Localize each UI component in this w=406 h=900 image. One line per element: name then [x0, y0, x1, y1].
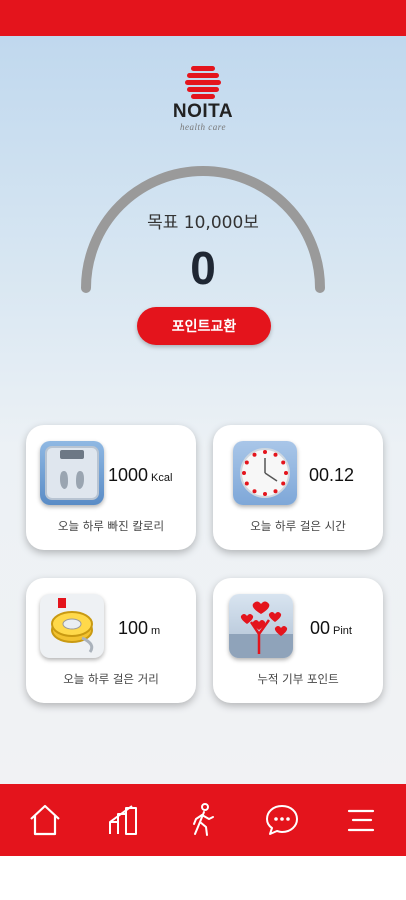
noita-logo-icon [185, 66, 221, 99]
status-bar [0, 0, 406, 36]
distance-unit: m [151, 625, 161, 637]
donation-point-caption: 누적 기부 포인트 [257, 672, 339, 686]
donation-point-value: 00 [310, 618, 331, 638]
donation-point-unit: Pint [333, 625, 352, 637]
distance-value: 100 [118, 618, 149, 638]
brand-logo: NOITA health care [153, 64, 253, 142]
brand-name: NOITA [172, 101, 234, 122]
step-count: 0 [190, 242, 216, 294]
nav-walking[interactable] [178, 795, 228, 845]
bottom-safe-area [0, 856, 406, 900]
calorie-card[interactable]: 1000 Kcal 오늘 하루 빠진 칼로리 [26, 425, 196, 550]
distance-caption: 오늘 하루 걸은 거리 [63, 672, 159, 686]
walk-time-value-group: 00.12 [309, 465, 395, 486]
calorie-unit: Kcal [151, 472, 173, 484]
heart-tree-icon [229, 594, 293, 658]
distance-value-group: 100 m [118, 618, 204, 639]
nav-menu[interactable] [336, 795, 386, 845]
nav-chat[interactable] [257, 795, 307, 845]
walk-time-card[interactable]: 00.12 오늘 하루 걸은 시간 [213, 425, 383, 550]
donation-point-value-group: 00 Pint [310, 618, 396, 639]
calorie-caption: 오늘 하루 빠진 칼로리 [57, 519, 165, 533]
nav-home[interactable] [20, 795, 70, 845]
scale-icon [40, 441, 104, 505]
tape-measure-icon [40, 594, 104, 658]
goal-label: 목표 10,000보 [147, 213, 259, 233]
chat-icon [265, 805, 298, 835]
stats-icon [109, 805, 138, 835]
calorie-value-group: 1000 Kcal [108, 465, 194, 486]
distance-card[interactable]: 100 m 오늘 하루 걸은 거리 [26, 578, 196, 703]
calorie-value: 1000 [108, 465, 149, 485]
walk-time-value: 00.12 [309, 465, 355, 485]
walk-time-caption: 오늘 하루 걸은 시간 [250, 519, 346, 533]
clock-icon [233, 441, 297, 505]
home-icon [30, 804, 61, 836]
menu-icon [347, 809, 374, 832]
walking-icon [192, 803, 214, 836]
point-exchange-button[interactable]: 포인트교환 [137, 307, 271, 345]
donation-point-card[interactable]: 00 Pint 누적 기부 포인트 [213, 578, 383, 703]
nav-stats[interactable] [99, 795, 149, 845]
brand-tagline: health care [180, 122, 226, 132]
bottom-nav [0, 784, 406, 856]
